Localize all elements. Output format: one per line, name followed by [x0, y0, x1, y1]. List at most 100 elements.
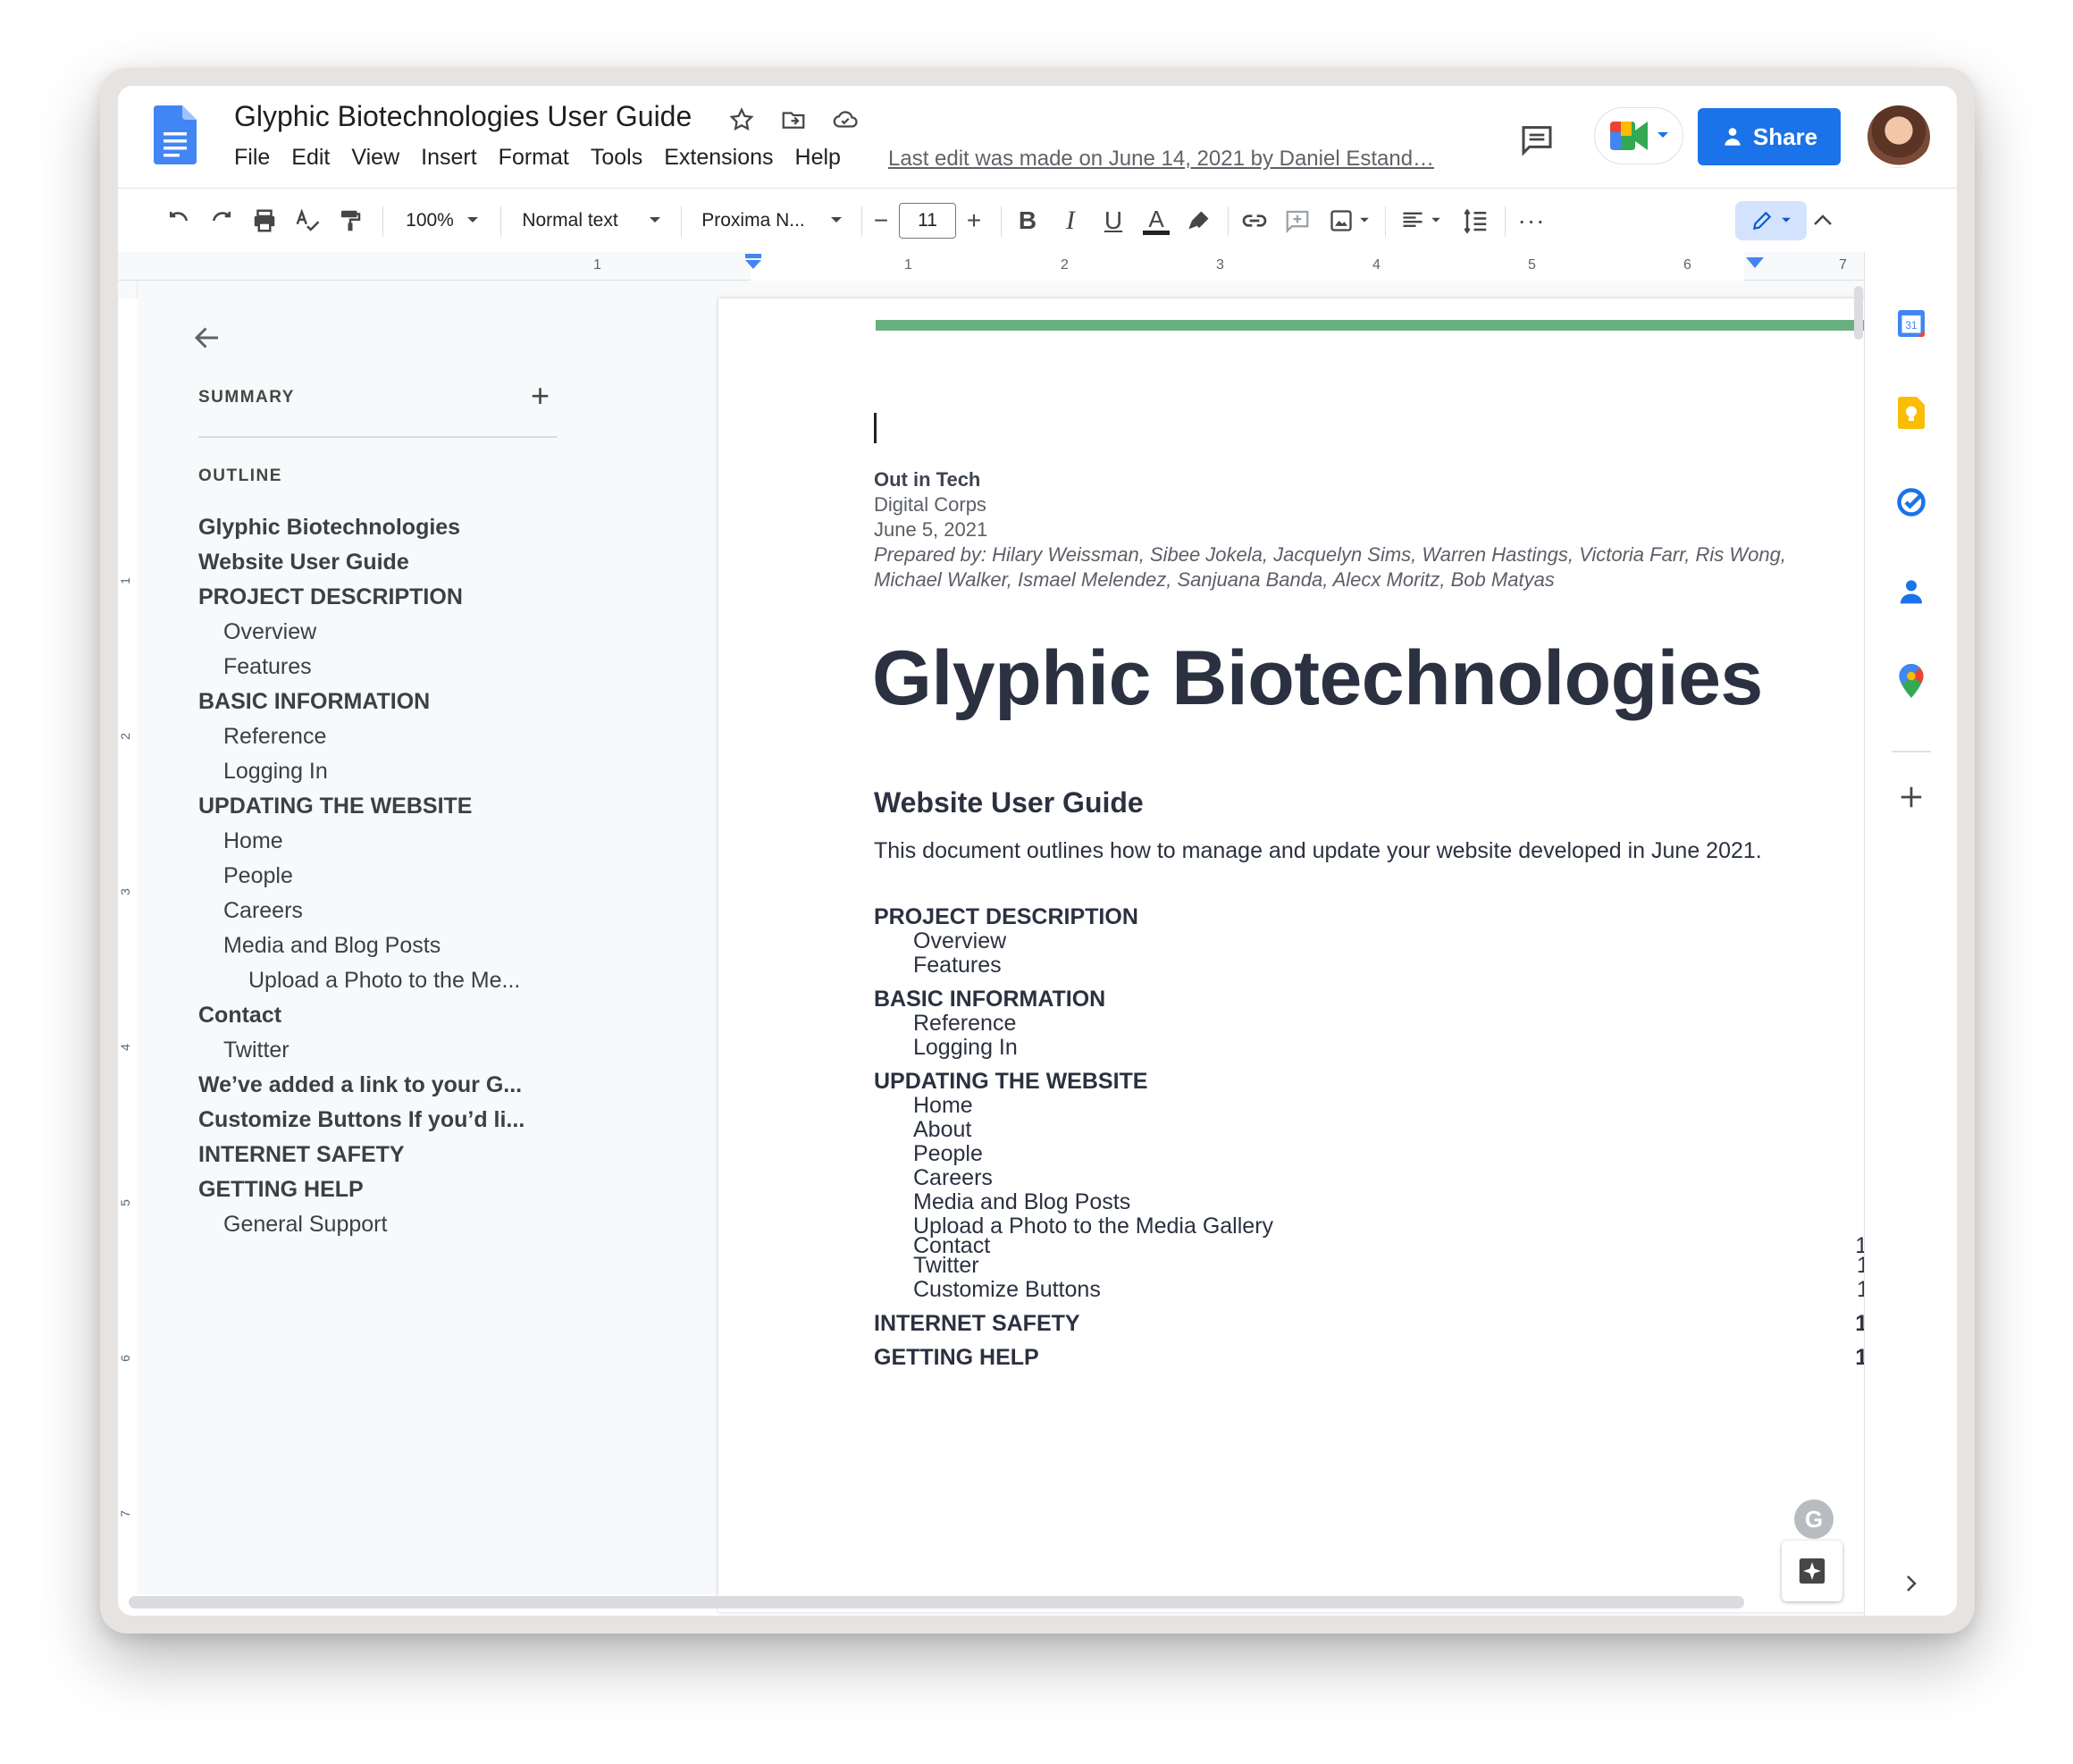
toc-entry-label[interactable]: Customize Buttons — [913, 1277, 1101, 1303]
contacts-icon[interactable] — [1893, 574, 1929, 609]
menu-format[interactable]: Format — [488, 145, 580, 171]
grammarly-icon[interactable]: G — [1794, 1499, 1834, 1539]
hide-menus-chevron-up-icon[interactable] — [1805, 202, 1841, 238]
outline-item[interactable]: UPDATING THE WEBSITE — [198, 794, 472, 819]
insert-link-icon[interactable] — [1237, 203, 1272, 239]
outline-item[interactable]: Upload a Photo to the Me... — [248, 968, 520, 994]
outline-item[interactable]: INTERNET SAFETY — [198, 1142, 405, 1168]
outline-item[interactable]: Twitter — [223, 1037, 290, 1063]
toc-entry-label[interactable]: BASIC INFORMATION — [874, 987, 1105, 1012]
paragraph-style-select[interactable]: Normal text — [513, 203, 670, 239]
outline-item[interactable]: General Support — [223, 1212, 387, 1238]
paint-format-icon[interactable] — [332, 203, 368, 239]
outline-item[interactable]: We’ve added a link to your G... — [198, 1072, 522, 1098]
add-summary-plus-icon[interactable]: + — [531, 377, 550, 415]
toc-entry-label[interactable]: Twitter — [913, 1253, 979, 1279]
toc-entry-label[interactable]: GETTING HELP — [874, 1345, 1039, 1371]
menu-view[interactable]: View — [340, 145, 410, 171]
vertical-scrollbar[interactable] — [1851, 281, 1864, 1594]
outline-item[interactable]: Features — [223, 654, 312, 680]
menu-tools[interactable]: Tools — [580, 145, 653, 171]
maps-icon[interactable] — [1893, 663, 1929, 699]
outline-item[interactable]: GETTING HELP — [198, 1177, 364, 1203]
toc-entry-label[interactable]: PROJECT DESCRIPTION — [874, 904, 1138, 930]
menu-help[interactable]: Help — [785, 145, 852, 171]
move-folder-icon[interactable] — [777, 104, 810, 136]
spellcheck-icon[interactable] — [290, 203, 325, 239]
document-title[interactable]: Glyphic Biotechnologies User Guide — [234, 100, 692, 133]
outline-item[interactable]: Reference — [223, 724, 326, 750]
menu-extensions[interactable]: Extensions — [653, 145, 784, 171]
horizontal-scrollbar[interactable] — [129, 1596, 1744, 1609]
share-button[interactable]: Share — [1698, 108, 1841, 165]
bold-icon[interactable]: B — [1010, 203, 1045, 239]
menu-insert[interactable]: Insert — [410, 145, 488, 171]
right-indent-marker-icon[interactable] — [1746, 257, 1764, 270]
comment-history-button[interactable] — [1515, 118, 1558, 161]
text-color-icon[interactable]: A — [1138, 203, 1174, 239]
account-avatar[interactable] — [1867, 105, 1930, 168]
outline-item[interactable]: Media and Blog Posts — [223, 933, 441, 959]
outline-item[interactable]: Glyphic Biotechnologies — [198, 515, 460, 541]
vertical-scrollbar-thumb[interactable] — [1854, 286, 1863, 340]
print-icon[interactable] — [247, 203, 282, 239]
font-family-select[interactable]: Proxima N... — [693, 203, 851, 239]
menu-file[interactable]: File — [231, 145, 281, 171]
docs-logo-icon[interactable] — [154, 105, 197, 164]
cloud-saved-icon[interactable] — [829, 104, 861, 136]
menu-edit[interactable]: Edit — [281, 145, 340, 171]
insert-image-icon[interactable] — [1322, 203, 1376, 239]
star-icon[interactable] — [726, 104, 758, 136]
toc-entry-label[interactable]: Home — [913, 1093, 973, 1119]
last-edit-link[interactable]: Last edit was made on June 14, 2021 by D… — [888, 147, 1434, 172]
toc-entry-label[interactable]: Media and Blog Posts — [913, 1189, 1130, 1215]
toc-entry-label[interactable]: Careers — [913, 1165, 993, 1191]
toc-entry-label[interactable]: About — [913, 1117, 971, 1143]
editing-mode-button[interactable] — [1735, 201, 1807, 240]
document-page[interactable]: Out in Tech Digital Corps June 5, 2021 P… — [718, 298, 1957, 1612]
toc-entry-label[interactable]: People — [913, 1141, 983, 1167]
italic-icon[interactable]: I — [1053, 203, 1088, 239]
get-addons-plus-icon[interactable] — [1893, 779, 1929, 815]
horizontal-ruler[interactable]: 1 1 2 3 4 5 6 7 — [118, 252, 1864, 281]
calendar-icon[interactable]: 31 — [1893, 306, 1929, 341]
outline-item[interactable]: Contact — [198, 1003, 281, 1029]
ruler-number: 7 — [1839, 257, 1847, 273]
toc-entry-label[interactable]: Overview — [913, 928, 1006, 954]
meet-button[interactable] — [1594, 107, 1683, 164]
decrease-font-size-button[interactable]: − — [865, 203, 897, 239]
explore-button[interactable] — [1782, 1541, 1842, 1601]
outline-item[interactable]: Overview — [223, 619, 316, 645]
font-size-input[interactable]: 11 — [899, 203, 956, 239]
zoom-select[interactable]: 100% — [395, 203, 490, 239]
highlight-color-icon[interactable] — [1181, 203, 1217, 239]
left-indent-marker-icon[interactable] — [743, 254, 763, 270]
toc-entry-label[interactable]: Logging In — [913, 1035, 1018, 1061]
ruler-number: 1 — [904, 257, 912, 273]
expand-panel-chevron-right-icon[interactable] — [1893, 1566, 1929, 1601]
prepared-by-line-1: Prepared by: Hilary Weissman, Sibee Joke… — [874, 543, 1786, 566]
line-spacing-icon[interactable] — [1458, 203, 1494, 239]
underline-icon[interactable]: U — [1095, 203, 1131, 239]
close-outline-arrow-left-icon[interactable] — [191, 322, 227, 357]
outline-item[interactable]: Careers — [223, 898, 303, 924]
outline-item[interactable]: Website User Guide — [198, 550, 409, 575]
tasks-icon[interactable] — [1893, 484, 1929, 520]
outline-item[interactable]: PROJECT DESCRIPTION — [198, 584, 463, 610]
toc-entry-label[interactable]: INTERNET SAFETY — [874, 1311, 1080, 1337]
toc-entry-label[interactable]: Reference — [913, 1011, 1016, 1037]
toc-entry-label[interactable]: Features — [913, 953, 1002, 979]
undo-icon[interactable] — [161, 203, 197, 239]
outline-item[interactable]: Home — [223, 828, 283, 854]
redo-icon[interactable] — [204, 203, 239, 239]
outline-item[interactable]: People — [223, 863, 293, 889]
more-options-icon[interactable]: ··· — [1514, 203, 1549, 239]
outline-item[interactable]: Customize Buttons If you’d li... — [198, 1107, 525, 1133]
align-left-icon[interactable] — [1394, 203, 1448, 239]
outline-item[interactable]: Logging In — [223, 759, 328, 785]
keep-icon[interactable] — [1893, 395, 1929, 431]
add-comment-icon[interactable] — [1280, 203, 1315, 239]
toc-entry-label[interactable]: UPDATING THE WEBSITE — [874, 1069, 1147, 1095]
outline-item[interactable]: BASIC INFORMATION — [198, 689, 430, 715]
increase-font-size-button[interactable]: + — [958, 203, 990, 239]
